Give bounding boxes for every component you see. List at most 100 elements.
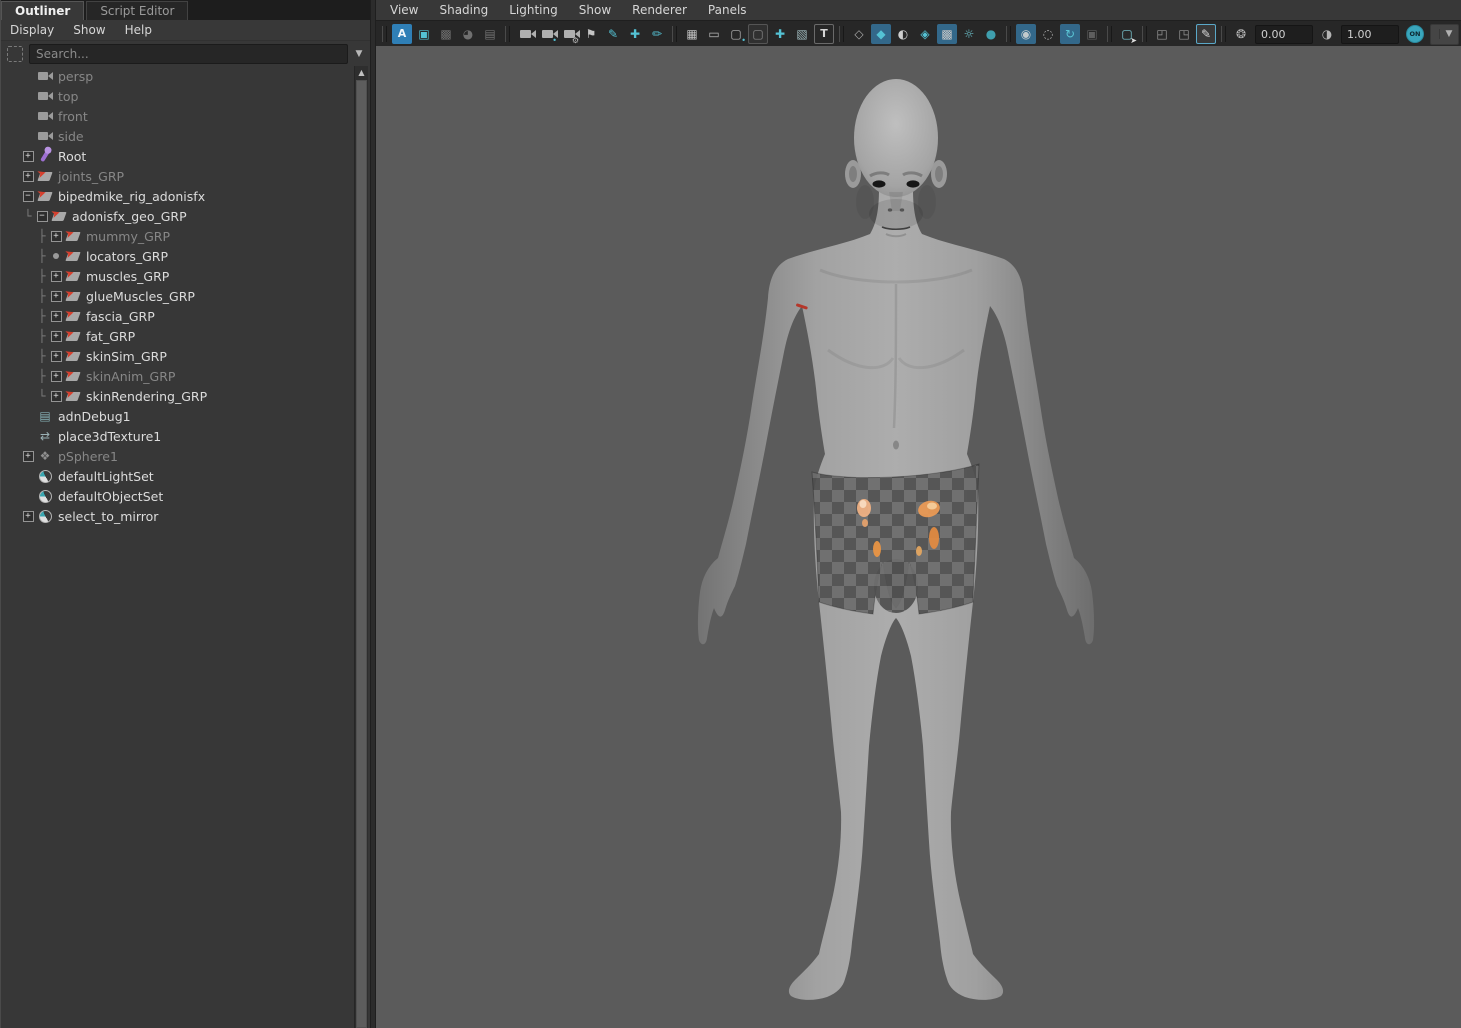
motion-blur-button[interactable]: ◌ <box>1038 24 1058 44</box>
expand-plus-icon[interactable]: + <box>50 390 62 402</box>
anti-aliasing-button[interactable]: ↻ <box>1060 24 1080 44</box>
tree-item-glueMuscles_GRP[interactable]: ├ + ➤ glueMuscles_GRP <box>1 285 354 306</box>
select-camera-button[interactable] <box>515 24 536 44</box>
grease-pencil-button[interactable]: ✎ <box>603 24 623 44</box>
tab-outliner[interactable]: Outliner <box>1 1 85 20</box>
tree-item-skinRendering_GRP[interactable]: └ + ➤ skinRendering_GRP <box>1 385 354 406</box>
bookmark-button[interactable]: ⚑ <box>581 24 601 44</box>
menu-view[interactable]: View <box>390 3 418 17</box>
tree-item-top[interactable]: top <box>1 86 354 106</box>
scrollbar-thumb[interactable] <box>356 80 367 1028</box>
tree-item-place3dTexture1[interactable]: ⇄ place3dTexture1 <box>1 426 354 446</box>
expand-slot[interactable]: + <box>21 450 35 462</box>
expand-slot[interactable]: + <box>21 510 35 522</box>
depth-of-field-button[interactable]: ▣ <box>1082 24 1102 44</box>
pan-zoom-2d-button[interactable]: ✚ <box>625 24 645 44</box>
viewport-canvas[interactable] <box>376 46 1461 1028</box>
pen-box-toggle[interactable]: ✎ <box>1196 24 1216 44</box>
menu-show[interactable]: Show <box>579 3 611 17</box>
menu-display[interactable]: Display <box>10 23 54 37</box>
tree-item-side[interactable]: side <box>1 126 354 146</box>
menu-lighting[interactable]: Lighting <box>509 3 558 17</box>
color-management-toggle[interactable]: ON <box>1406 25 1424 43</box>
tree-item-fascia_GRP[interactable]: ├ + ➤ fascia_GRP <box>1 305 354 326</box>
image-plane-button[interactable]: ▧ <box>792 24 812 44</box>
search-dropdown-arrow-icon[interactable]: ▼ <box>352 49 366 59</box>
camera-attributes-button[interactable]: ⚙ <box>559 24 580 45</box>
expand-plus-icon[interactable]: + <box>22 510 34 522</box>
gamma-icon[interactable]: ◑ <box>1317 24 1337 44</box>
image-stack-toggle[interactable]: ▤ <box>480 24 500 44</box>
expand-plus-icon[interactable]: + <box>50 290 62 302</box>
tree-item-persp[interactable]: persp <box>1 66 354 86</box>
tree-item-pSphere1[interactable]: + ❖ pSphere1 <box>1 446 354 466</box>
resolution-gate-toggle[interactable]: ▢ • <box>726 24 746 45</box>
exposure-icon[interactable]: ❂ <box>1231 24 1251 44</box>
expand-slot[interactable]: + <box>49 330 63 342</box>
outliner-scrollbar[interactable]: ▲ <box>354 66 368 1028</box>
expand-plus-icon[interactable]: + <box>50 330 62 342</box>
grid-toggle[interactable]: ▦ <box>682 24 702 44</box>
tree-item-Root[interactable]: + Root <box>1 146 354 166</box>
collapse-minus-icon[interactable]: − <box>36 210 48 222</box>
expand-slot[interactable]: + <box>49 390 63 402</box>
tree-item-bipedmike_rig_adonisfx[interactable]: − ➤ bipedmike_rig_adonisfx <box>1 185 354 206</box>
tree-item-defaultLightSet[interactable]: defaultLightSet <box>1 466 354 486</box>
menu-renderer[interactable]: Renderer <box>632 3 687 17</box>
gate-mask-toggle[interactable]: ▢ <box>748 24 768 44</box>
tree-item-skinAnim_GRP[interactable]: ├ + ➤ skinAnim_GRP <box>1 365 354 386</box>
menu-show[interactable]: Show <box>73 23 105 37</box>
exposure-field[interactable] <box>1255 24 1313 44</box>
expand-plus-icon[interactable]: + <box>50 310 62 322</box>
expand-plus-icon[interactable]: + <box>22 450 34 462</box>
textured-display-button[interactable]: ◈ <box>915 24 935 44</box>
tree-item-adnDebug1[interactable]: ▤ adnDebug1 <box>1 406 354 426</box>
expand-slot[interactable]: + <box>49 230 63 242</box>
tree-item-skinSim_GRP[interactable]: ├ + ➤ skinSim_GRP <box>1 345 354 366</box>
expand-slot[interactable]: + <box>49 270 63 282</box>
ssao-button[interactable]: ◉ <box>1016 24 1036 44</box>
tree-item-joints_GRP[interactable]: + ➤ joints_GRP <box>1 165 354 186</box>
expand-slot[interactable]: + <box>49 290 63 302</box>
expand-plus-icon[interactable]: + <box>50 370 62 382</box>
tree-item-defaultObjectSet[interactable]: defaultObjectSet <box>1 486 354 506</box>
filter-icon[interactable] <box>7 46 23 62</box>
frame-dashed-toggle[interactable]: ▩ <box>436 24 456 44</box>
expand-slot[interactable]: + <box>49 310 63 322</box>
tree-item-select_to_mirror[interactable]: + select_to_mirror <box>1 506 354 526</box>
tree-item-muscles_GRP[interactable]: ├ + ➤ muscles_GRP <box>1 265 354 286</box>
tree-item-mummy_GRP[interactable]: ├ + ➤ mummy_GRP <box>1 225 354 246</box>
expand-slot[interactable]: + <box>49 370 63 382</box>
search-input[interactable] <box>29 44 348 64</box>
expand-plus-icon[interactable]: + <box>50 230 62 242</box>
color-pie-toggle[interactable]: ◕ <box>458 24 478 44</box>
lock-camera-button[interactable]: • <box>537 24 558 45</box>
frame-corners-toggle[interactable]: ▣ <box>414 24 434 44</box>
expand-plus-icon[interactable]: + <box>50 270 62 282</box>
tab-script-editor[interactable]: Script Editor <box>86 1 189 20</box>
annotate-pencil-button[interactable]: ✏ <box>647 24 667 44</box>
xray-button[interactable]: ◰ <box>1152 24 1172 44</box>
expand-slot[interactable]: − <box>35 210 49 222</box>
xray-joints-button[interactable]: ◳ <box>1174 24 1194 44</box>
expand-slot[interactable]: + <box>21 170 35 182</box>
hud-toggle[interactable]: T <box>814 24 834 44</box>
tree-item-locators_GRP[interactable]: ├ ➤ locators_GRP <box>1 245 354 266</box>
smooth-shade-button[interactable]: ◆ <box>871 24 891 44</box>
gamma-field[interactable] <box>1341 24 1399 44</box>
expand-slot[interactable]: + <box>21 150 35 162</box>
tree-item-adonisfx_geo_GRP[interactable]: └ − ➤ adonisfx_geo_GRP <box>1 205 354 226</box>
isolate-select-button[interactable]: ▢ ➤ <box>1117 24 1137 45</box>
field-chart-toggle[interactable]: ✚ <box>770 24 790 44</box>
expand-plus-icon[interactable]: + <box>22 150 34 162</box>
default-material-button[interactable]: ◐ <box>893 24 913 44</box>
shadows-button[interactable]: ● <box>981 24 1001 44</box>
letter-a-toggle[interactable]: A <box>392 24 412 44</box>
expand-plus-icon[interactable]: + <box>50 350 62 362</box>
collapse-minus-icon[interactable]: − <box>22 190 34 202</box>
scrollbar-up-arrow-icon[interactable]: ▲ <box>355 66 368 79</box>
film-gate-toggle[interactable]: ▭ <box>704 24 724 44</box>
view-transform-arrow-icon[interactable]: ▼ <box>1439 29 1458 39</box>
menu-help[interactable]: Help <box>125 23 152 37</box>
menu-panels[interactable]: Panels <box>708 3 747 17</box>
